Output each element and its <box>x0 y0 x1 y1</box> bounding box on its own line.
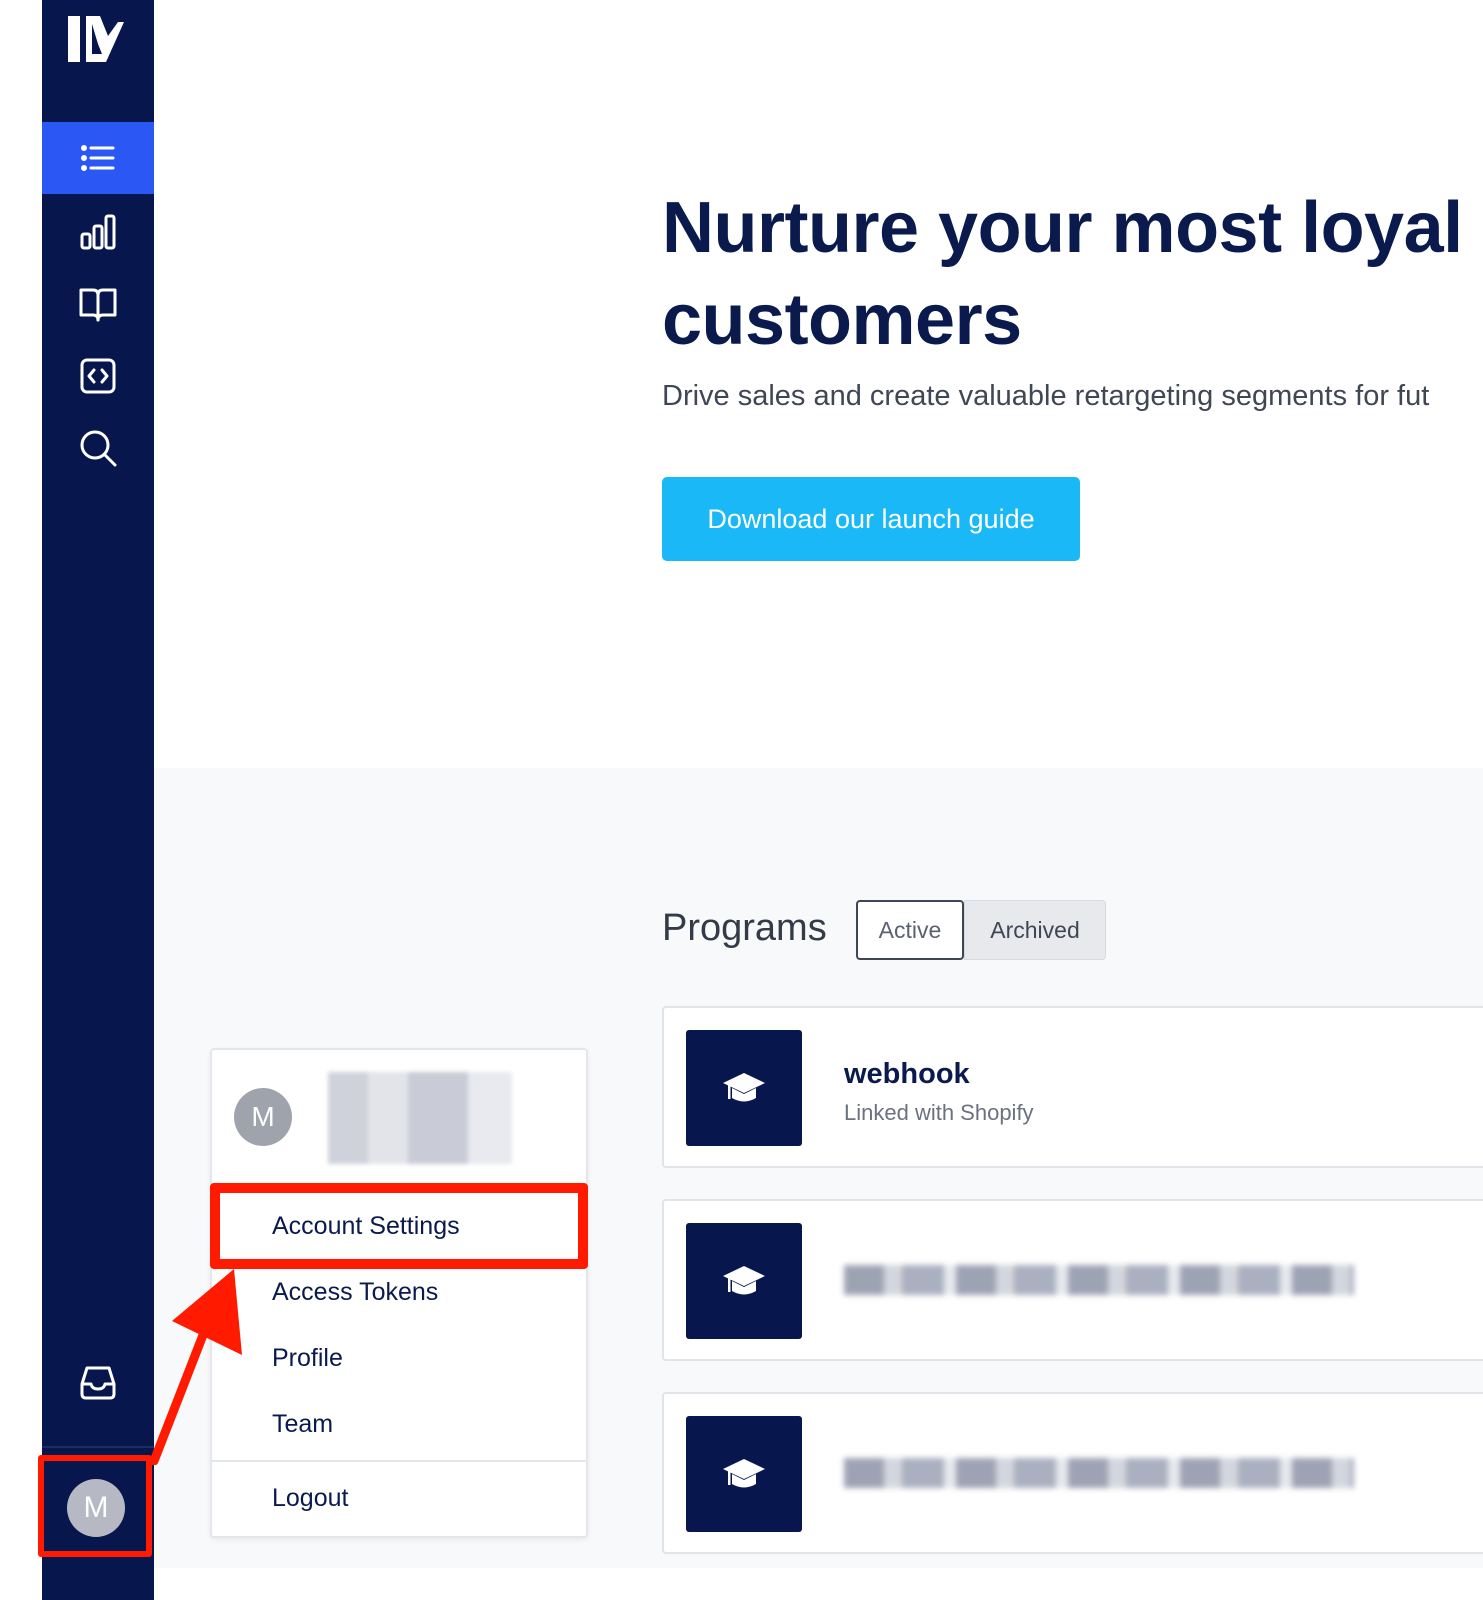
program-name: webhook <box>844 1058 970 1090</box>
download-launch-guide-button[interactable]: Download our launch guide <box>662 477 1080 561</box>
graduation-cap-icon <box>723 1073 765 1102</box>
program-card-webhook[interactable]: webhook Linked with Shopify <box>662 1006 1483 1168</box>
menu-avatar: M <box>234 1088 292 1146</box>
program-icon <box>686 1223 802 1339</box>
redacted-user-name <box>328 1072 512 1164</box>
program-icon <box>686 1030 802 1146</box>
nav-search-button[interactable] <box>42 412 154 484</box>
nav-analytics-button[interactable] <box>42 196 154 268</box>
graduation-cap-icon <box>723 1459 765 1488</box>
user-menu-dropdown: M Account Settings Access Tokens Profile… <box>210 1048 588 1538</box>
nav-inbox-button[interactable] <box>42 1346 154 1418</box>
sidebar-divider <box>42 1446 154 1448</box>
menu-item-team[interactable]: Team <box>272 1410 333 1439</box>
tab-archived[interactable]: Archived <box>964 900 1106 960</box>
menu-item-logout[interactable]: Logout <box>272 1484 348 1513</box>
menu-item-access-tokens[interactable]: Access Tokens <box>272 1278 438 1307</box>
nav-integrations-button[interactable] <box>42 340 154 412</box>
hero-subtitle: Drive sales and create valuable retarget… <box>662 380 1430 412</box>
menu-item-profile[interactable]: Profile <box>272 1344 343 1373</box>
graduation-cap-icon <box>723 1266 765 1295</box>
program-icon <box>686 1416 802 1532</box>
redacted-program-name <box>844 1265 1354 1295</box>
inbox-icon <box>80 1366 116 1400</box>
hero-title: Nurture your most loyal customers <box>662 188 1463 360</box>
search-icon <box>80 430 117 467</box>
program-card[interactable] <box>662 1199 1483 1361</box>
nav-programs-button[interactable] <box>42 122 154 194</box>
list-icon <box>81 145 115 171</box>
program-subtitle: Linked with Shopify <box>844 1100 1034 1125</box>
bar-chart-icon <box>80 214 116 250</box>
account-settings-annotation-box <box>210 1183 588 1269</box>
menu-divider <box>212 1460 586 1462</box>
program-card[interactable] <box>662 1392 1483 1554</box>
programs-title: Programs <box>662 907 827 949</box>
annotation-arrow <box>149 1269 242 1465</box>
redacted-program-name <box>844 1458 1354 1488</box>
tab-active[interactable]: Active <box>856 900 964 960</box>
code-icon <box>80 358 116 394</box>
avatar-annotation-box <box>38 1455 152 1557</box>
brand-logo-icon[interactable] <box>66 14 126 64</box>
book-icon <box>79 288 117 322</box>
nav-docs-button[interactable] <box>42 268 154 340</box>
